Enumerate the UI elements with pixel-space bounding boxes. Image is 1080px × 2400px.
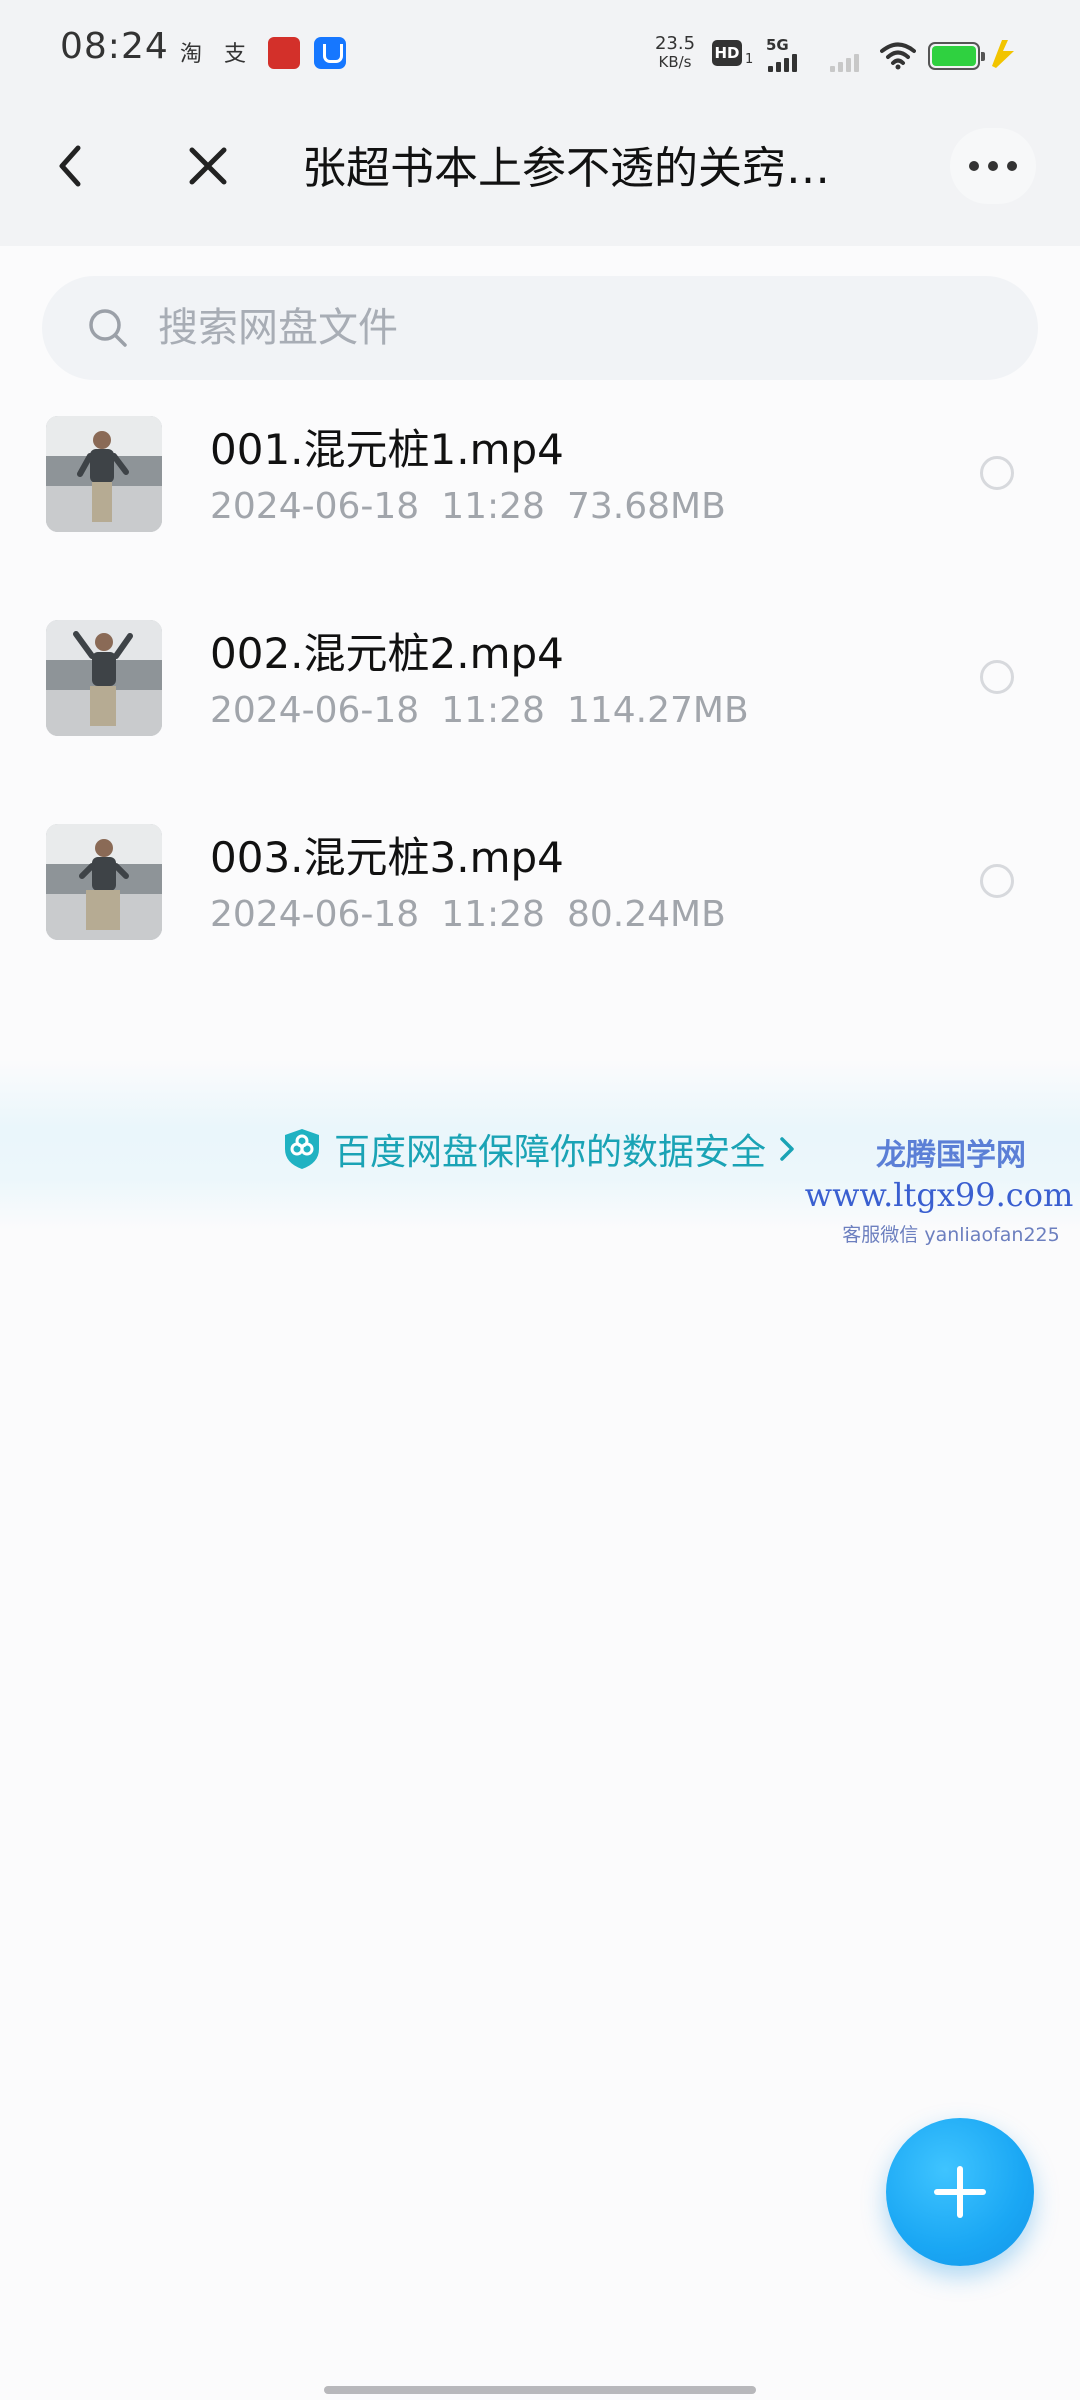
taobao-icon: 淘 bbox=[180, 42, 203, 67]
clock: 08:24 bbox=[60, 26, 169, 67]
chevron-left-icon bbox=[59, 145, 81, 187]
file-name: 002.混元桩2.mp4 bbox=[210, 629, 564, 678]
file-date: 2024-06-18 bbox=[210, 894, 420, 935]
signal-sim2-icon bbox=[830, 52, 859, 72]
status-bar: 08:24 淘 支 23.5 KB/s HD 1 5G bbox=[0, 0, 1080, 84]
close-icon bbox=[189, 147, 227, 185]
more-button[interactable] bbox=[950, 128, 1036, 204]
file-name: 003.混元桩3.mp4 bbox=[210, 833, 564, 882]
hd-voice-icon: HD bbox=[712, 40, 742, 66]
security-app-icon bbox=[314, 37, 346, 69]
file-time: 11:28 bbox=[441, 894, 545, 935]
home-indicator[interactable] bbox=[324, 2386, 756, 2394]
list-item[interactable]: 001.混元桩1.mp4 2024-06-18 11:28 73.68MB bbox=[0, 400, 1080, 604]
file-meta: 2024-06-18 11:28 73.68MB bbox=[210, 486, 748, 527]
page-title: 张超书本上参不透的关窍… bbox=[302, 143, 830, 194]
shield-icon bbox=[285, 1129, 319, 1169]
back-button[interactable] bbox=[40, 128, 104, 204]
watermark-wechat: 客服微信 yanliaofan225 bbox=[842, 1224, 1060, 1246]
file-name: 001.混元桩1.mp4 bbox=[210, 425, 564, 474]
file-meta: 2024-06-18 11:28 80.24MB bbox=[210, 894, 748, 935]
battery-icon bbox=[928, 42, 985, 70]
video-thumbnail bbox=[46, 416, 162, 532]
title-bar: 张超书本上参不透的关窍… bbox=[0, 84, 1080, 246]
security-info-link[interactable]: 百度网盘保障你的数据安全 bbox=[282, 1124, 800, 1174]
network-speed: 23.5 KB/s bbox=[654, 33, 696, 71]
app-notification-icon bbox=[268, 37, 300, 69]
select-checkbox[interactable] bbox=[980, 660, 1014, 694]
watermark-url: www.ltgx99.com bbox=[804, 1176, 1074, 1214]
close-button[interactable] bbox=[176, 128, 240, 204]
select-checkbox[interactable] bbox=[980, 864, 1014, 898]
wifi-icon bbox=[880, 42, 916, 70]
signal-icon bbox=[768, 52, 797, 72]
file-time: 11:28 bbox=[441, 486, 545, 527]
file-time: 11:28 bbox=[441, 690, 545, 731]
chevron-right-icon bbox=[780, 1137, 794, 1161]
search-bar[interactable] bbox=[42, 276, 1038, 380]
file-list: 001.混元桩1.mp4 2024-06-18 11:28 73.68MB 002.… bbox=[0, 400, 1080, 1012]
list-item[interactable]: 003.混元桩3.mp4 2024-06-18 11:28 80.24MB bbox=[0, 808, 1080, 1012]
watermark-title: 龙腾国学网 bbox=[876, 1138, 1026, 1173]
hd-sim-number: 1 bbox=[745, 52, 754, 67]
alipay-icon: 支 bbox=[224, 42, 247, 67]
security-text: 百度网盘保障你的数据安全 bbox=[334, 1132, 767, 1173]
file-size: 114.27MB bbox=[566, 690, 749, 731]
charging-icon bbox=[992, 40, 1014, 68]
select-checkbox[interactable] bbox=[980, 456, 1014, 490]
add-button[interactable] bbox=[886, 2118, 1034, 2266]
file-size: 80.24MB bbox=[566, 894, 726, 935]
watermark: 龙腾国学网 www.ltgx99.com 客服微信 yanliaofan225 bbox=[805, 1130, 1076, 1247]
list-item[interactable]: 002.混元桩2.mp4 2024-06-18 11:28 114.27MB bbox=[0, 604, 1080, 808]
file-meta: 2024-06-18 11:28 114.27MB bbox=[210, 690, 771, 731]
file-size: 73.68MB bbox=[566, 486, 726, 527]
video-thumbnail bbox=[46, 620, 162, 736]
search-input[interactable] bbox=[156, 276, 996, 380]
more-icon bbox=[969, 161, 979, 171]
file-date: 2024-06-18 bbox=[210, 690, 420, 731]
search-icon bbox=[89, 309, 127, 347]
file-date: 2024-06-18 bbox=[210, 486, 420, 527]
video-thumbnail bbox=[46, 824, 162, 940]
